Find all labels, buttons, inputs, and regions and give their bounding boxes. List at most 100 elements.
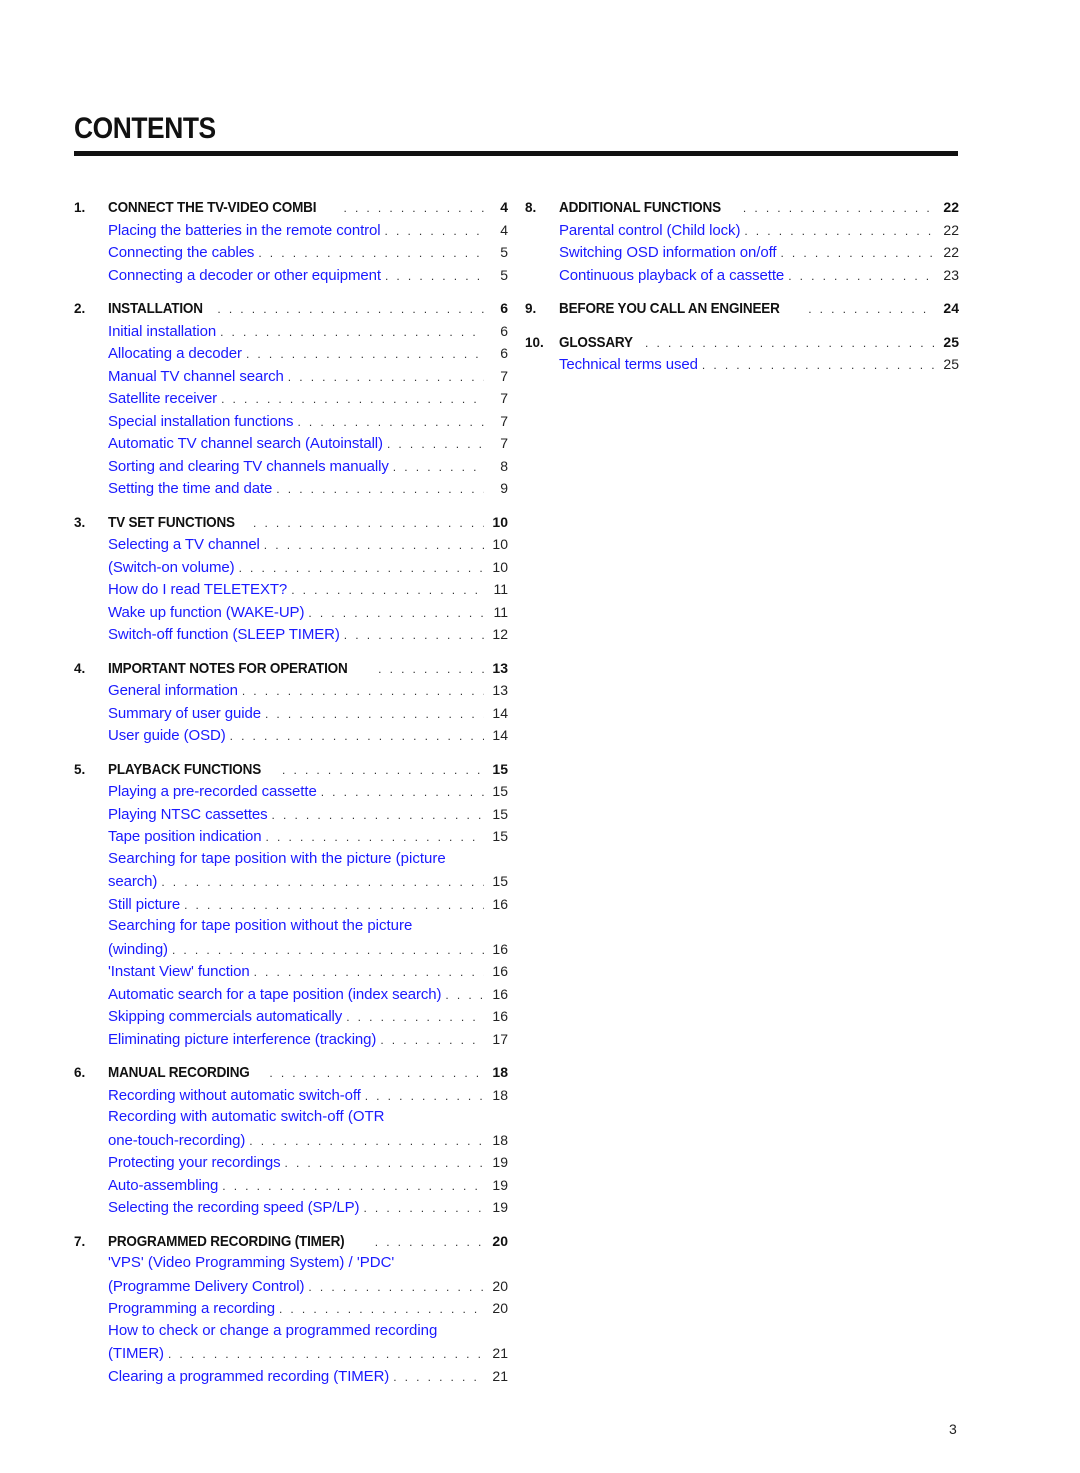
toc-entry-link[interactable]: 'Instant View' function 16 [74,960,508,983]
toc-entry-link[interactable]: Automatic TV channel search (Autoinstall… [74,432,508,455]
heading-text-wrap: INSTALLATION [108,298,488,321]
heading-text-wrap: CONNECT THE TV-VIDEO COMBI [108,197,488,220]
entry-title: How do I read TELETEXT? [108,581,288,598]
toc-entry-link[interactable]: Parental control (Child lock) 22 [525,219,959,242]
toc-entry-line1[interactable]: How to check or change a programmed reco… [74,1320,508,1343]
toc-section-heading[interactable]: 3. TV SET FUNCTIONS 10 [74,511,508,534]
toc-entry-link[interactable]: one-touch-recording) 18 [74,1129,508,1152]
toc-section-heading[interactable]: 7. PROGRAMMED RECORDING (TIMER) 20 [74,1230,508,1253]
entry-title: Automatic TV channel search (Autoinstall… [108,435,383,452]
section-page: 6 [500,300,508,316]
toc-entry-line1[interactable]: Searching for tape position without the … [74,915,508,938]
toc-entry-link[interactable]: Selecting a TV channel 10 [74,533,508,556]
dot-leader [743,197,935,220]
entry-text-wrap: Still picture [108,894,488,917]
toc-section-heading[interactable]: 4. IMPORTANT NOTES FOR OPERATION 13 [74,657,508,680]
toc-entry-link[interactable]: search) 15 [74,870,508,893]
dot-leader [168,1343,484,1366]
entry-text-wrap: Satellite receiver [108,388,488,411]
toc-entry-link[interactable]: Connecting a decoder or other equipment 5 [74,264,508,287]
toc-entry-link[interactable]: Initial installation 6 [74,320,508,343]
section-number: 4. [74,660,86,676]
toc-entry-link[interactable]: User guide (OSD) 14 [74,724,508,747]
toc-section-heading[interactable]: 6. MANUAL RECORDING 18 [74,1061,508,1084]
toc-entry-link[interactable]: Protecting your recordings 19 [74,1151,508,1174]
toc-section-heading[interactable]: 5. PLAYBACK FUNCTIONS 15 [74,758,508,781]
entry-page: 15 [492,873,508,889]
toc-entry-link[interactable]: Tape position indication 15 [74,825,508,848]
toc-section-heading[interactable]: 8. ADDITIONAL FUNCTIONS 22 [525,196,959,219]
toc-entry-link[interactable]: Manual TV channel search 7 [74,365,508,388]
toc-section-heading[interactable]: 9. BEFORE YOU CALL AN ENGINEER 24 [525,297,959,320]
toc-entry-link[interactable]: General information 13 [74,679,508,702]
toc-entry-link[interactable]: Playing a pre-recorded cassette 15 [74,780,508,803]
entry-page: 13 [492,682,508,698]
toc-entry-link[interactable]: Technical terms used 25 [525,353,959,376]
toc-entry-link[interactable]: Wake up function (WAKE-UP) 11 [74,601,508,624]
section-page: 18 [492,1064,508,1080]
page-number: 3 [949,1421,957,1437]
toc-section-heading[interactable]: 10. GLOSSARY 25 [525,331,959,354]
entry-text-wrap: Placing the batteries in the remote cont… [108,220,488,243]
toc-entry-link[interactable]: (Switch-on volume) 10 [74,556,508,579]
toc-entry-link[interactable]: Switch-off function (SLEEP TIMER) 12 [74,623,508,646]
toc-entry-link[interactable]: Eliminating picture interference (tracki… [74,1028,508,1051]
entry-page: 22 [943,221,959,238]
entry-page: 14 [492,727,508,743]
toc-entry-link[interactable]: Placing the batteries in the remote cont… [74,219,508,242]
toc-section-heading[interactable]: 2. INSTALLATION 6 [74,297,508,320]
toc-entry-link[interactable]: Switching OSD information on/off 22 [525,241,959,264]
entry-title: (winding) [108,940,168,958]
toc-entry-link[interactable]: Recording without automatic switch-off 18 [74,1084,508,1107]
toc-entry-link[interactable]: Special installation functions 7 [74,410,508,433]
toc-entry-link[interactable]: Satellite receiver 7 [74,387,508,410]
entry-page: 15 [492,783,508,799]
dot-leader [282,759,484,782]
entry-page: 17 [492,1030,508,1047]
toc-section-heading[interactable]: 1. CONNECT THE TV-VIDEO COMBI 4 [74,196,508,219]
toc-entry-link[interactable]: Clearing a programmed recording (TIMER) 2… [74,1365,508,1388]
entry-text-wrap: Automatic TV channel search (Autoinstall… [108,433,488,456]
page-title: CONTENTS [74,112,216,145]
toc-entry-link[interactable]: Connecting the cables 5 [74,241,508,264]
entry-page: 23 [943,266,959,283]
dot-leader [161,871,484,894]
toc-entry-link[interactable]: Still picture 16 [74,893,508,916]
entry-page: 8 [500,457,508,474]
dot-leader [308,1276,484,1299]
toc-entry-link[interactable]: Programming a recording 20 [74,1297,508,1320]
toc-entry-line1[interactable]: Recording with automatic switch-off (OTR [74,1106,508,1129]
section-page: 20 [492,1232,508,1249]
entry-text-wrap: Summary of user guide [108,703,488,726]
heading-text-wrap: MANUAL RECORDING [108,1062,488,1085]
section-number: 7. [74,1233,86,1249]
toc-entry-link[interactable]: Summary of user guide 14 [74,702,508,725]
entry-title: search) [108,873,158,890]
section-title: TV SET FUNCTIONS [108,513,235,531]
toc-entry-link[interactable]: (winding) 16 [74,938,508,961]
entry-title: Tape position indication [108,828,262,845]
toc-entry-link[interactable]: How do I read TELETEXT? 11 [74,578,508,601]
toc-entry-line1[interactable]: 'VPS' (Video Programming System) / 'PDC' [74,1252,508,1275]
entry-title: Initial installation [108,322,217,340]
toc-entry-link[interactable]: (TIMER) 21 [74,1342,508,1365]
toc-entry-link[interactable]: Sorting and clearing TV channels manuall… [74,455,508,478]
dot-leader [346,1006,484,1029]
toc-entry-link[interactable]: Playing NTSC cassettes 15 [74,803,508,826]
toc-entry-link[interactable]: Setting the time and date 9 [74,477,508,500]
entry-title: (Programme Delivery Control) [108,1277,305,1295]
toc-entry-link[interactable]: Continuous playback of a cassette 23 [525,264,959,287]
entry-text-wrap: Selecting the recording speed (SP/LP) [108,1197,488,1220]
toc-entry-link[interactable]: Automatic search for a tape position (in… [74,983,508,1006]
toc-entry-link[interactable]: Allocating a decoder 6 [74,342,508,365]
entry-text-wrap: (winding) [108,939,488,962]
toc-entry-link[interactable]: (Programme Delivery Control) 20 [74,1275,508,1298]
entry-page: 25 [943,356,959,372]
dot-leader [321,781,484,804]
toc-entry-link[interactable]: Selecting the recording speed (SP/LP) 19 [74,1196,508,1219]
toc-entry-line1[interactable]: Searching for tape position with the pic… [74,848,508,871]
toc-entry-link[interactable]: Auto-assembling 19 [74,1174,508,1197]
entry-page: 11 [493,603,508,620]
entry-page: 21 [492,1345,508,1361]
toc-entry-link[interactable]: Skipping commercials automatically 16 [74,1005,508,1028]
